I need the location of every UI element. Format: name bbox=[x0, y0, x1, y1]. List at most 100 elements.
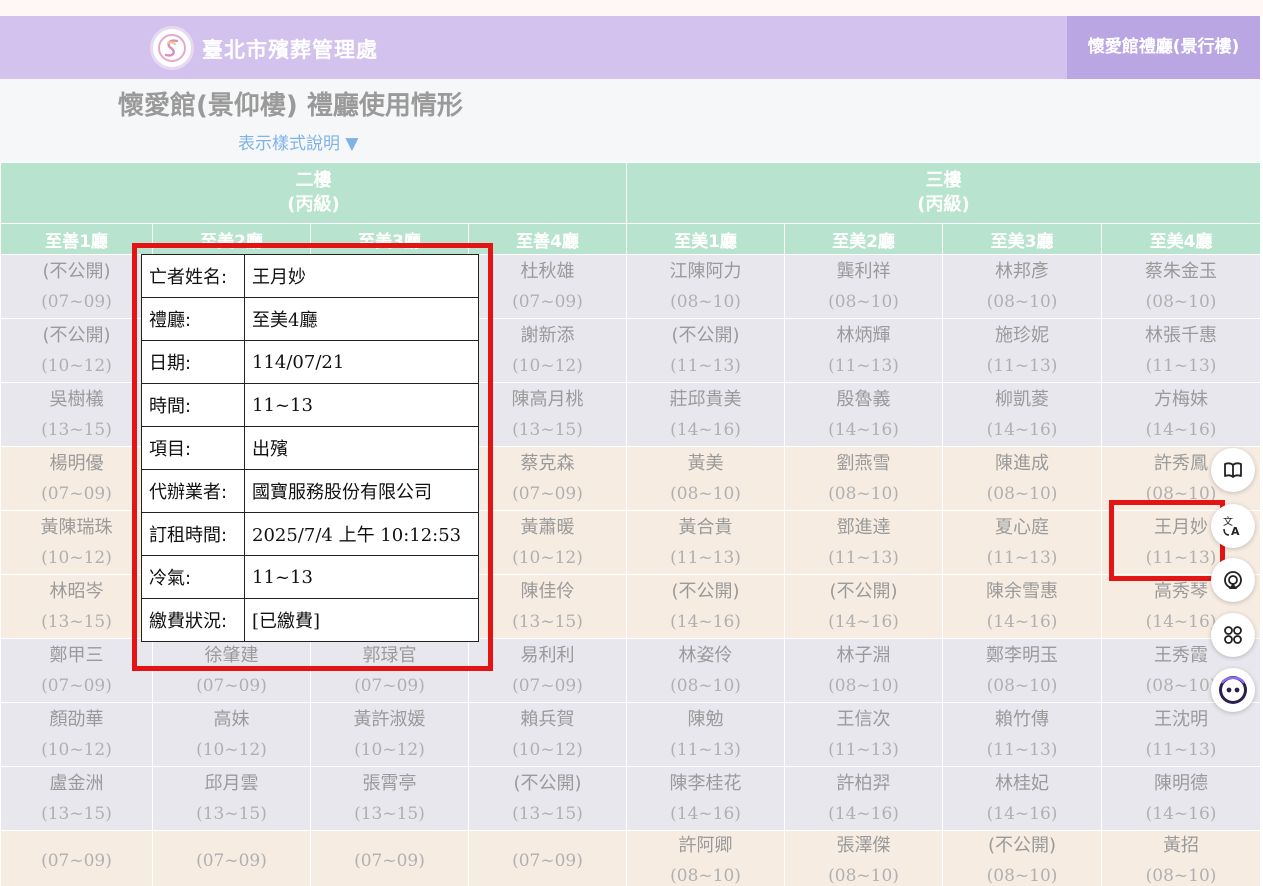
schedule-cell[interactable]: 王沈明 (11~13) bbox=[1101, 702, 1262, 767]
schedule-cell[interactable]: 莊邱貴美 (14~16) bbox=[626, 382, 786, 447]
schedule-cell[interactable]: 鄭李明玉 (08~10) bbox=[942, 638, 1103, 703]
schedule-cell[interactable]: (不公開) (10~12) bbox=[0, 318, 153, 383]
popup-field-label: 禮廳: bbox=[141, 297, 245, 341]
schedule-cell[interactable]: 許柏羿 (14~16) bbox=[784, 766, 944, 831]
schedule-cell[interactable]: 江陳阿力 (08~10) bbox=[626, 254, 786, 319]
schedule-cell[interactable]: 鄭甲三 (07~09) bbox=[0, 638, 153, 703]
schedule-cell[interactable]: 楊明優 (07~09) bbox=[0, 446, 153, 511]
time-slot: (14~16) bbox=[670, 803, 741, 824]
time-slot: (14~16) bbox=[828, 611, 899, 632]
schedule-cell[interactable]: (不公開) (11~13) bbox=[626, 318, 786, 383]
schedule-cell[interactable]: (07~09) bbox=[152, 830, 311, 886]
time-slot: (08~10) bbox=[986, 675, 1058, 696]
popup-field-label: 冷氣: bbox=[141, 555, 245, 599]
schedule-cell[interactable]: 林子淵 (08~10) bbox=[784, 638, 944, 703]
schedule-cell[interactable]: (07~09) bbox=[467, 830, 628, 886]
schedule-cell[interactable]: 吳樹檥 (13~15) bbox=[0, 382, 153, 447]
deceased-name: 張澤傑 bbox=[836, 835, 891, 856]
schedule-cell[interactable]: 龔利祥 (08~10) bbox=[784, 254, 944, 319]
popup-field-label: 繳費狀況: bbox=[141, 598, 245, 642]
translate-icon[interactable]: 文A bbox=[1211, 504, 1255, 548]
schedule-cell[interactable]: 張澤傑 (08~10) bbox=[784, 830, 944, 886]
floor-header-3f: 三樓 (丙級) bbox=[626, 162, 1262, 224]
schedule-cell[interactable]: (不公開) (08~10) bbox=[942, 830, 1103, 886]
schedule-cell[interactable]: 林姿伶 (08~10) bbox=[626, 638, 786, 703]
org-name[interactable]: 臺北市殯葬管理處 bbox=[202, 34, 378, 64]
schedule-cell[interactable]: 張霄亭 (13~15) bbox=[310, 766, 469, 831]
schedule-cell[interactable]: 黃陳瑞珠 (10~12) bbox=[0, 510, 153, 575]
schedule-cell[interactable]: 蔡朱金玉 (08~10) bbox=[1101, 254, 1262, 319]
time-slot: (08~10) bbox=[986, 291, 1058, 312]
time-slot: (08~10) bbox=[828, 866, 899, 886]
hall-link-jingxing[interactable]: 懷愛館禮廳(景行樓) bbox=[1067, 16, 1260, 79]
floor-grade: (丙級) bbox=[287, 194, 340, 215]
assistant-icon[interactable] bbox=[1211, 668, 1255, 712]
hall-header: 至美3廳 bbox=[942, 223, 1103, 255]
deceased-name: 林張千惠 bbox=[1145, 324, 1218, 346]
schedule-cell[interactable]: 賴兵賀 (10~12) bbox=[467, 702, 628, 767]
floor-name: 三樓 bbox=[925, 170, 962, 191]
schedule-cell[interactable]: 許阿卿 (08~10) bbox=[626, 830, 786, 886]
schedule-cell[interactable]: 陳李桂花 (14~16) bbox=[626, 766, 786, 831]
hall-header: 至美1廳 bbox=[626, 223, 786, 255]
logo-icon[interactable] bbox=[150, 26, 194, 70]
schedule-cell[interactable]: 林炳輝 (11~13) bbox=[784, 318, 944, 383]
popup-field-value: 至美4廳 bbox=[244, 297, 479, 341]
schedule-cell[interactable]: 王信次 (11~13) bbox=[784, 702, 944, 767]
legend-toggle[interactable]: 表示樣式說明 ▼ bbox=[238, 129, 358, 154]
popup-field-value: 王月妙 bbox=[244, 254, 479, 298]
deceased-name: (不公開) bbox=[42, 324, 111, 346]
schedule-cell[interactable]: 黃許淑媛 (10~12) bbox=[310, 702, 469, 767]
popup-field-label: 時間: bbox=[141, 383, 245, 427]
deceased-name: 施珍妮 bbox=[995, 324, 1050, 346]
schedule-cell[interactable]: 柳凱菱 (14~16) bbox=[942, 382, 1103, 447]
deceased-name: 陳李桂花 bbox=[669, 772, 742, 794]
schedule-cell[interactable]: 方梅妹 (14~16) bbox=[1101, 382, 1262, 447]
schedule-cell[interactable]: 鄧進達 (11~13) bbox=[784, 510, 944, 575]
schedule-cell[interactable]: (07~09) bbox=[0, 830, 153, 886]
schedule-cell[interactable]: 陳勉 (11~13) bbox=[626, 702, 786, 767]
schedule-cell[interactable]: 陳進成 (08~10) bbox=[942, 446, 1103, 511]
schedule-cell[interactable]: 黃招 (08~10) bbox=[1101, 830, 1262, 886]
schedule-cell[interactable]: (不公開) (14~16) bbox=[626, 574, 786, 639]
cast-icon[interactable] bbox=[1211, 558, 1255, 602]
apps-icon[interactable] bbox=[1211, 613, 1255, 657]
schedule-cell[interactable]: 邱月雲 (13~15) bbox=[152, 766, 311, 831]
popup-field-value: 11~13 bbox=[244, 555, 479, 599]
deceased-name: 林昭岑 bbox=[49, 580, 104, 602]
popup-field-value: 2025/7/4 上午 10:12:53 bbox=[244, 512, 479, 556]
schedule-cell[interactable]: 陳余雪惠 (14~16) bbox=[942, 574, 1103, 639]
time-slot: (08~10) bbox=[828, 291, 899, 312]
schedule-cell[interactable]: 顏劭華 (10~12) bbox=[0, 702, 153, 767]
schedule-cell[interactable]: 林桂妃 (14~16) bbox=[942, 766, 1103, 831]
schedule-cell[interactable]: 盧金洲 (13~15) bbox=[0, 766, 153, 831]
time-slot: (14~16) bbox=[1145, 803, 1217, 824]
time-slot: (08~10) bbox=[986, 866, 1058, 886]
schedule-cell[interactable]: 林邦彥 (08~10) bbox=[942, 254, 1103, 319]
time-slot: (11~13) bbox=[670, 355, 741, 376]
time-slot: (08~10) bbox=[670, 866, 741, 886]
deceased-name: 盧金洲 bbox=[49, 772, 104, 794]
schedule-cell[interactable]: (不公開) (13~15) bbox=[467, 766, 628, 831]
schedule-cell[interactable]: 劉燕雪 (08~10) bbox=[784, 446, 944, 511]
schedule-cell[interactable]: 殷魯義 (14~16) bbox=[784, 382, 944, 447]
deceased-name: (不公開) bbox=[513, 772, 582, 794]
schedule-cell[interactable]: 黃合貴 (11~13) bbox=[626, 510, 786, 575]
time-slot: (08~10) bbox=[828, 483, 899, 504]
schedule-cell[interactable]: (不公開) (14~16) bbox=[784, 574, 944, 639]
schedule-cell[interactable]: (不公開) (07~09) bbox=[0, 254, 153, 319]
deceased-name: 龔利祥 bbox=[836, 260, 891, 282]
schedule-cell[interactable]: 林昭岑 (13~15) bbox=[0, 574, 153, 639]
book-icon[interactable] bbox=[1211, 448, 1255, 492]
schedule-cell[interactable]: 施珍妮 (11~13) bbox=[942, 318, 1103, 383]
schedule-cell[interactable]: (07~09) bbox=[310, 830, 469, 886]
schedule-cell[interactable]: 高妹 (10~12) bbox=[152, 702, 311, 767]
schedule-cell[interactable]: 林張千惠 (11~13) bbox=[1101, 318, 1262, 383]
time-slot: (13~15) bbox=[196, 803, 267, 824]
schedule-cell[interactable]: 賴竹傳 (11~13) bbox=[942, 702, 1103, 767]
schedule-cell[interactable]: 黃美 (08~10) bbox=[626, 446, 786, 511]
time-slot: (08~10) bbox=[670, 675, 741, 696]
deceased-name: 林姿伶 bbox=[678, 644, 733, 666]
schedule-cell[interactable]: 夏心庭 (11~13) bbox=[942, 510, 1103, 575]
schedule-cell[interactable]: 陳明德 (14~16) bbox=[1101, 766, 1262, 831]
